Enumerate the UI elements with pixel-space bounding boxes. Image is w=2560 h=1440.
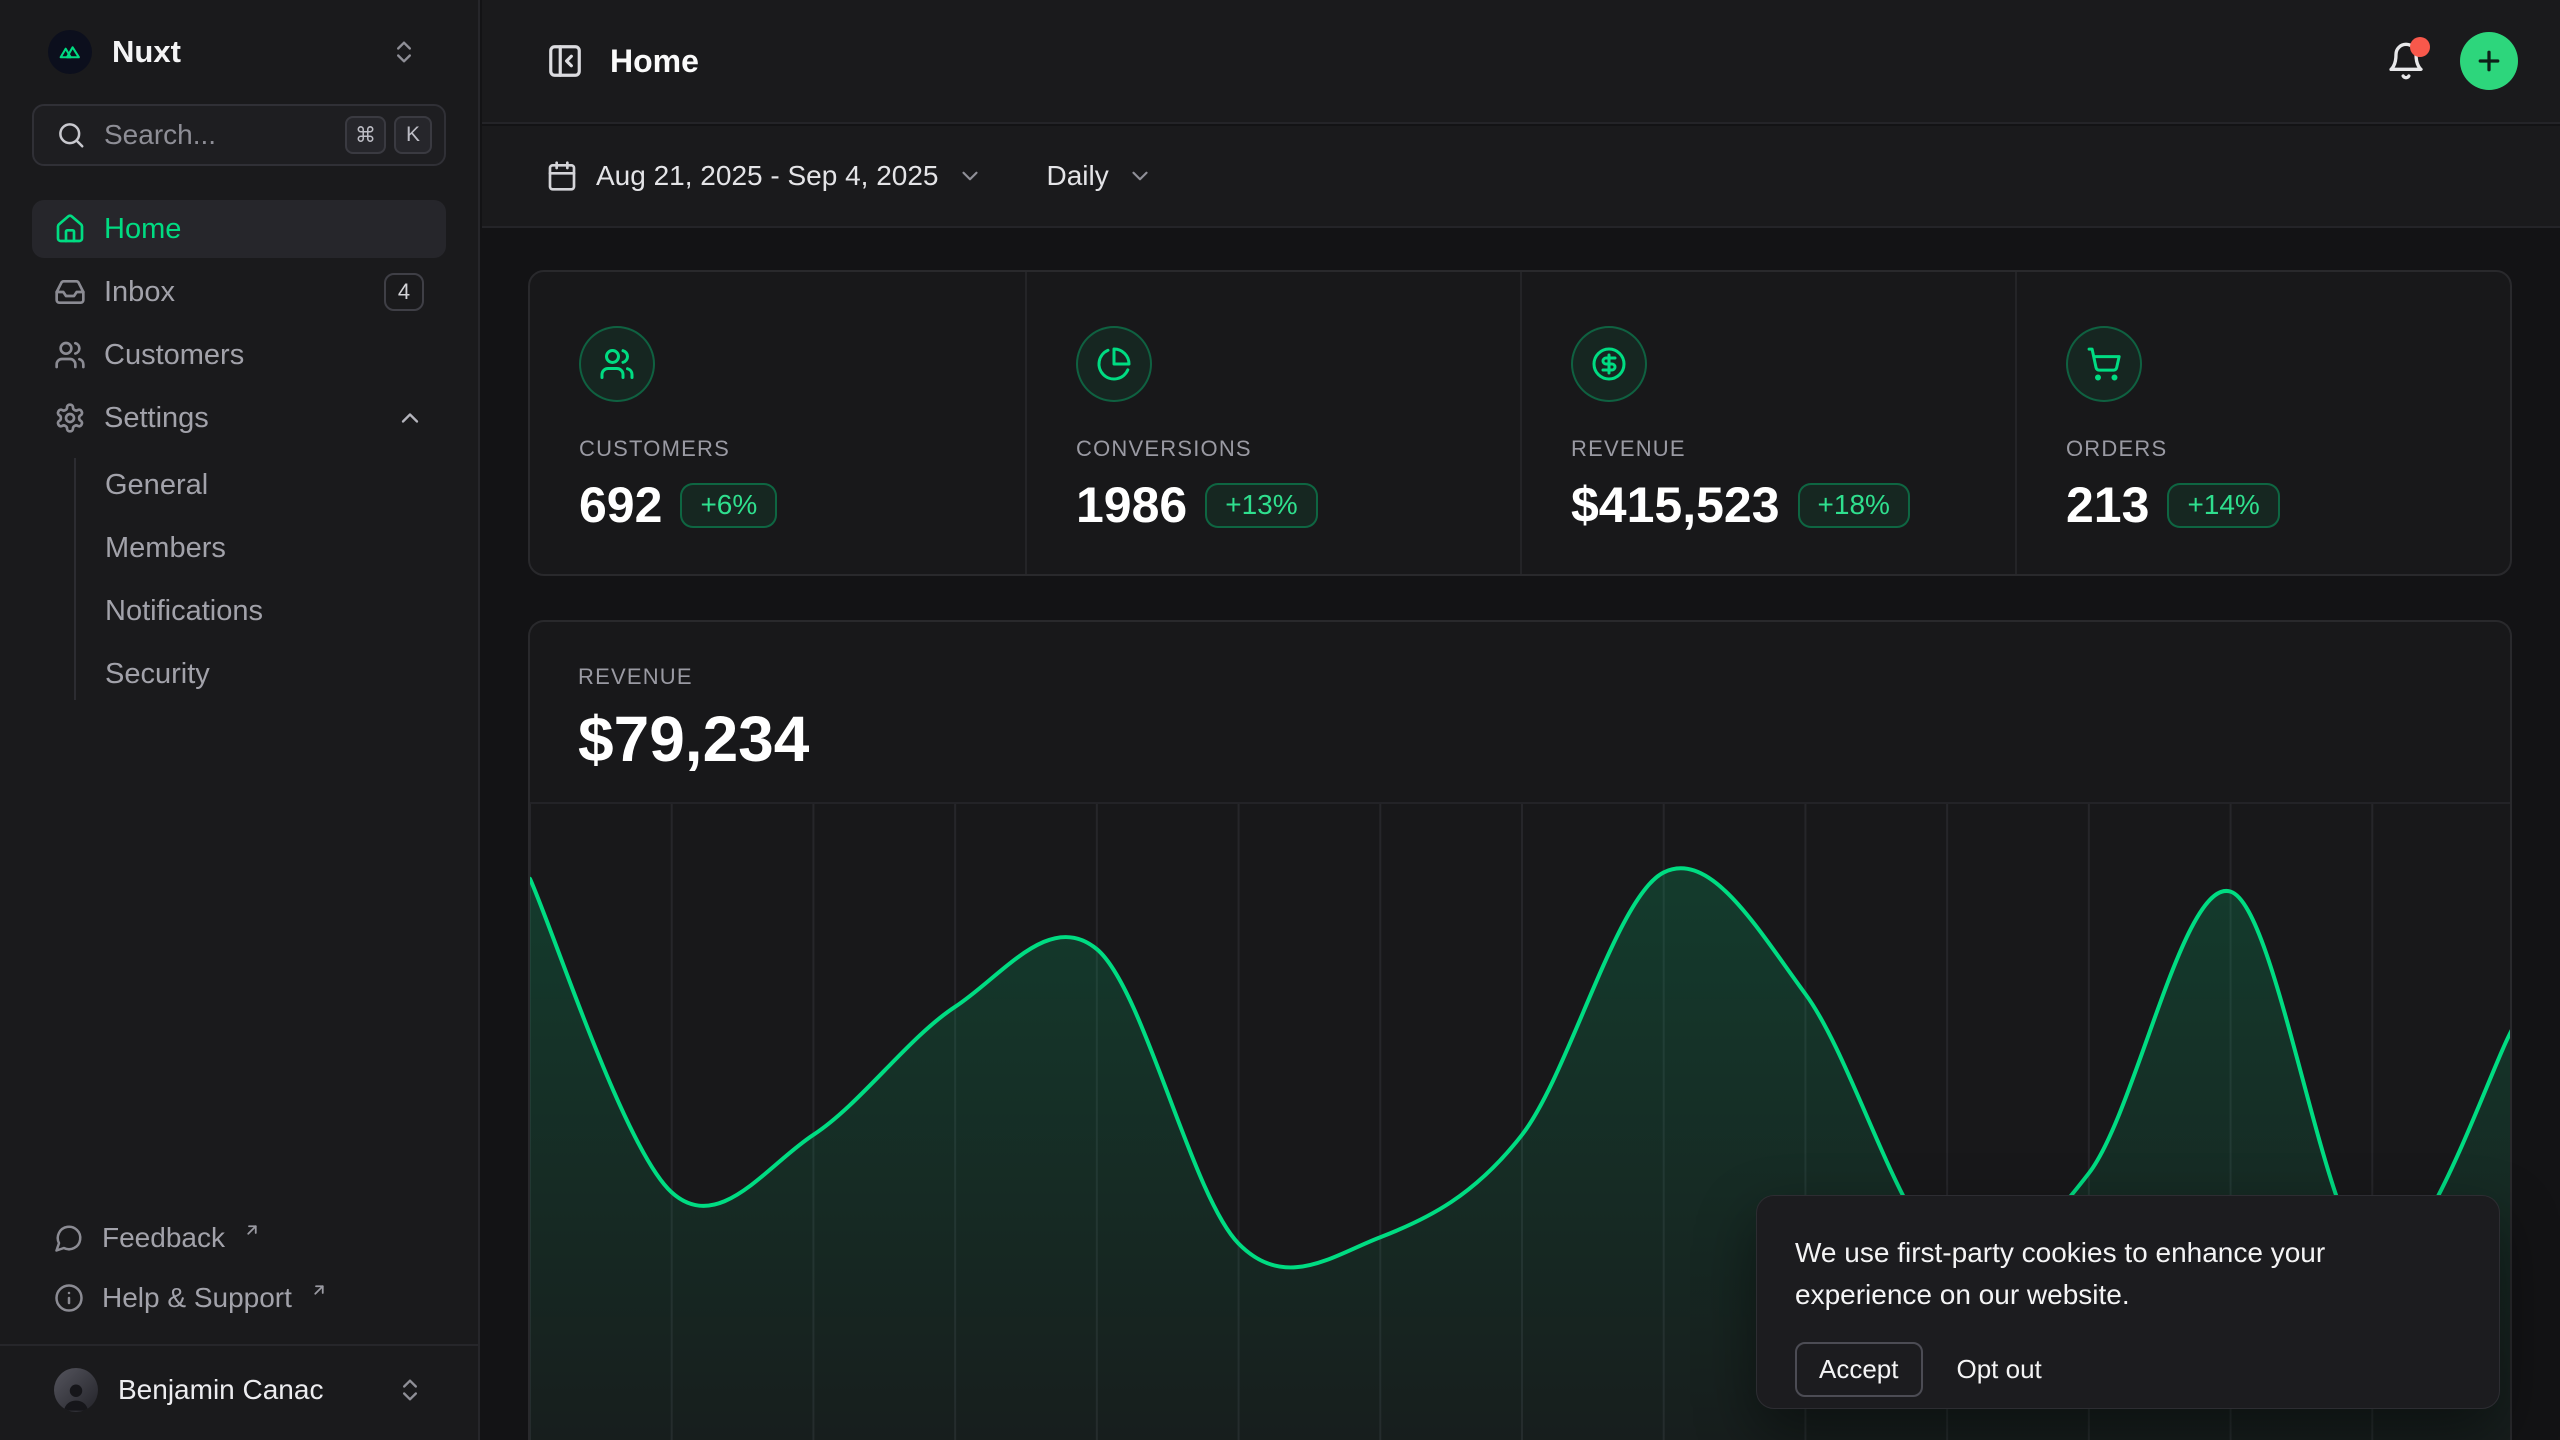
notifications-button[interactable] (2386, 41, 2426, 81)
sidebar-item-label: Home (104, 213, 181, 246)
external-link-icon (310, 1281, 328, 1299)
stat-delta-badge: +18% (1798, 483, 1910, 528)
unread-notification-dot (2410, 37, 2430, 57)
kbd-k: K (394, 116, 432, 154)
page-title: Home (610, 43, 699, 80)
kbd-cmd: ⌘ (345, 116, 386, 154)
chevrons-up-down-icon (390, 38, 418, 66)
help-support-label: Help & Support (102, 1282, 292, 1314)
revenue-chart-label: REVENUE (578, 664, 2510, 690)
sidebar-item-home[interactable]: Home (32, 200, 446, 258)
sidebar-item-inbox[interactable]: Inbox 4 (32, 263, 446, 321)
stat-label: CONVERSIONS (1076, 436, 1520, 462)
sidebar-item-general[interactable]: General (74, 454, 446, 517)
period-select[interactable]: Daily (1047, 160, 1153, 192)
cart-icon (2066, 326, 2142, 402)
stat-label: ORDERS (2066, 436, 2510, 462)
sidebar-item-settings[interactable]: Settings (32, 389, 446, 447)
sidebar-nav: Home Inbox 4 Customers Settings Ge (32, 200, 446, 710)
inbox-count-badge: 4 (384, 273, 424, 311)
user-menu[interactable]: Benjamin Canac (0, 1344, 478, 1440)
stat-label: REVENUE (1571, 436, 2015, 462)
users-icon (579, 326, 655, 402)
stat-delta-badge: +6% (680, 483, 777, 528)
stat-delta-badge: +13% (1205, 483, 1317, 528)
date-range-label: Aug 21, 2025 - Sep 4, 2025 (596, 160, 939, 192)
help-support-link[interactable]: Help & Support (32, 1268, 446, 1328)
stat-orders[interactable]: ORDERS 213 +14% (2015, 272, 2510, 574)
gear-icon (54, 402, 86, 434)
pie-chart-icon (1076, 326, 1152, 402)
stat-label: CUSTOMERS (579, 436, 1025, 462)
inbox-icon (54, 276, 86, 308)
stat-value: $415,523 (1571, 476, 1780, 534)
external-link-icon (243, 1221, 261, 1239)
page-header: Home (482, 0, 2560, 124)
sidebar-item-customers[interactable]: Customers (32, 326, 446, 384)
workspace-name: Nuxt (112, 34, 181, 70)
stat-value: 213 (2066, 476, 2149, 534)
stats-row: CUSTOMERS 692 +6% CONVERSIONS 1986 +13% … (528, 270, 2512, 576)
sidebar-item-notifications[interactable]: Notifications (74, 580, 446, 643)
sidebar-item-members[interactable]: Members (74, 517, 446, 580)
search-input[interactable]: Search... ⌘ K (32, 104, 446, 166)
stat-customers[interactable]: CUSTOMERS 692 +6% (530, 272, 1025, 574)
revenue-chart-value: $79,234 (578, 702, 2510, 776)
filters-toolbar: Aug 21, 2025 - Sep 4, 2025 Daily (482, 126, 2560, 228)
add-button[interactable] (2460, 32, 2518, 90)
chevrons-up-down-icon (396, 1376, 424, 1404)
settings-subnav: General Members Notifications Security (74, 452, 446, 710)
stat-value: 692 (579, 476, 662, 534)
workspace-switcher[interactable]: Nuxt (48, 30, 430, 74)
search-icon (56, 120, 86, 150)
chevron-up-icon (396, 404, 424, 432)
sidebar-item-label: Customers (104, 339, 244, 372)
feedback-link[interactable]: Feedback (32, 1208, 446, 1268)
nuxt-logo-icon (48, 30, 92, 74)
optout-cookies-button[interactable]: Opt out (1957, 1354, 2042, 1385)
plus-icon (2474, 46, 2504, 76)
calendar-icon (546, 160, 578, 192)
sidebar-item-label: Settings (104, 402, 209, 435)
chevron-down-icon (957, 163, 983, 189)
date-range-picker[interactable]: Aug 21, 2025 - Sep 4, 2025 (546, 160, 983, 192)
message-bubble-icon (54, 1223, 84, 1253)
sidebar-footer: Feedback Help & Support Benjamin Canac (0, 1208, 478, 1440)
sidebar-item-security[interactable]: Security (74, 643, 446, 706)
user-name: Benjamin Canac (118, 1374, 323, 1406)
accept-cookies-button[interactable]: Accept (1795, 1342, 1923, 1397)
info-circle-icon (54, 1283, 84, 1313)
sidebar: Nuxt Search... ⌘ K Home Inbox 4 (0, 0, 480, 1440)
feedback-label: Feedback (102, 1222, 225, 1254)
cookie-consent-toast: We use first-party cookies to enhance yo… (1756, 1195, 2500, 1409)
home-icon (54, 213, 86, 245)
search-shortcut: ⌘ K (345, 116, 432, 154)
collapse-sidebar-icon[interactable] (546, 42, 584, 80)
period-label: Daily (1047, 160, 1109, 192)
users-icon (54, 339, 86, 371)
stat-revenue[interactable]: REVENUE $415,523 +18% (1520, 272, 2015, 574)
dollar-circle-icon (1571, 326, 1647, 402)
chevron-down-icon (1127, 163, 1153, 189)
search-placeholder: Search... (104, 119, 216, 151)
stat-conversions[interactable]: CONVERSIONS 1986 +13% (1025, 272, 1520, 574)
avatar (54, 1368, 98, 1412)
cookie-message: We use first-party cookies to enhance yo… (1795, 1232, 2461, 1316)
stat-value: 1986 (1076, 476, 1187, 534)
sidebar-item-label: Inbox (104, 276, 175, 309)
stat-delta-badge: +14% (2167, 483, 2279, 528)
